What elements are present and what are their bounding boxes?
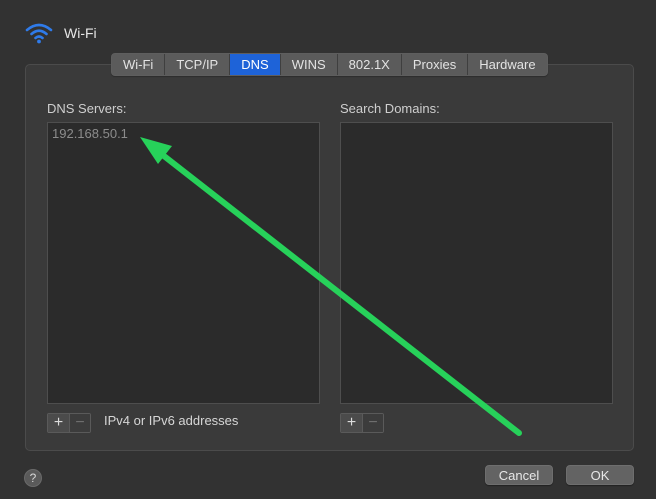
window-title: Wi-Fi bbox=[64, 25, 97, 41]
search-remove-button[interactable]: − bbox=[362, 414, 383, 432]
tab-hardware[interactable]: Hardware bbox=[468, 54, 546, 75]
wifi-icon bbox=[24, 21, 54, 45]
search-add-remove-group: + − bbox=[340, 413, 384, 433]
ok-button[interactable]: OK bbox=[566, 465, 634, 485]
dns-servers-label: DNS Servers: bbox=[47, 101, 127, 116]
tab-dns[interactable]: DNS bbox=[230, 54, 281, 75]
cancel-button[interactable]: Cancel bbox=[485, 465, 553, 485]
search-domains-list[interactable] bbox=[340, 122, 613, 404]
window-titlebar: Wi-Fi bbox=[24, 20, 97, 46]
dns-remove-button[interactable]: − bbox=[69, 414, 90, 432]
tab-8021x[interactable]: 802.1X bbox=[338, 54, 402, 75]
dns-server-entry[interactable]: 192.168.50.1 bbox=[52, 126, 128, 141]
tab-wifi[interactable]: Wi-Fi bbox=[112, 54, 166, 75]
tab-wins[interactable]: WINS bbox=[281, 54, 338, 75]
search-add-button[interactable]: + bbox=[341, 414, 362, 432]
tab-bar: Wi-Fi TCP/IP DNS WINS 802.1X Proxies Har… bbox=[111, 53, 548, 76]
help-button[interactable]: ? bbox=[24, 469, 42, 487]
dns-hint: IPv4 or IPv6 addresses bbox=[104, 413, 239, 428]
dns-servers-list[interactable]: 192.168.50.1 bbox=[47, 122, 320, 404]
dns-add-remove-group: + − bbox=[47, 413, 91, 433]
dns-add-button[interactable]: + bbox=[48, 414, 69, 432]
tab-proxies[interactable]: Proxies bbox=[402, 54, 469, 75]
search-domains-label: Search Domains: bbox=[340, 101, 440, 116]
tab-tcpip[interactable]: TCP/IP bbox=[165, 54, 231, 75]
